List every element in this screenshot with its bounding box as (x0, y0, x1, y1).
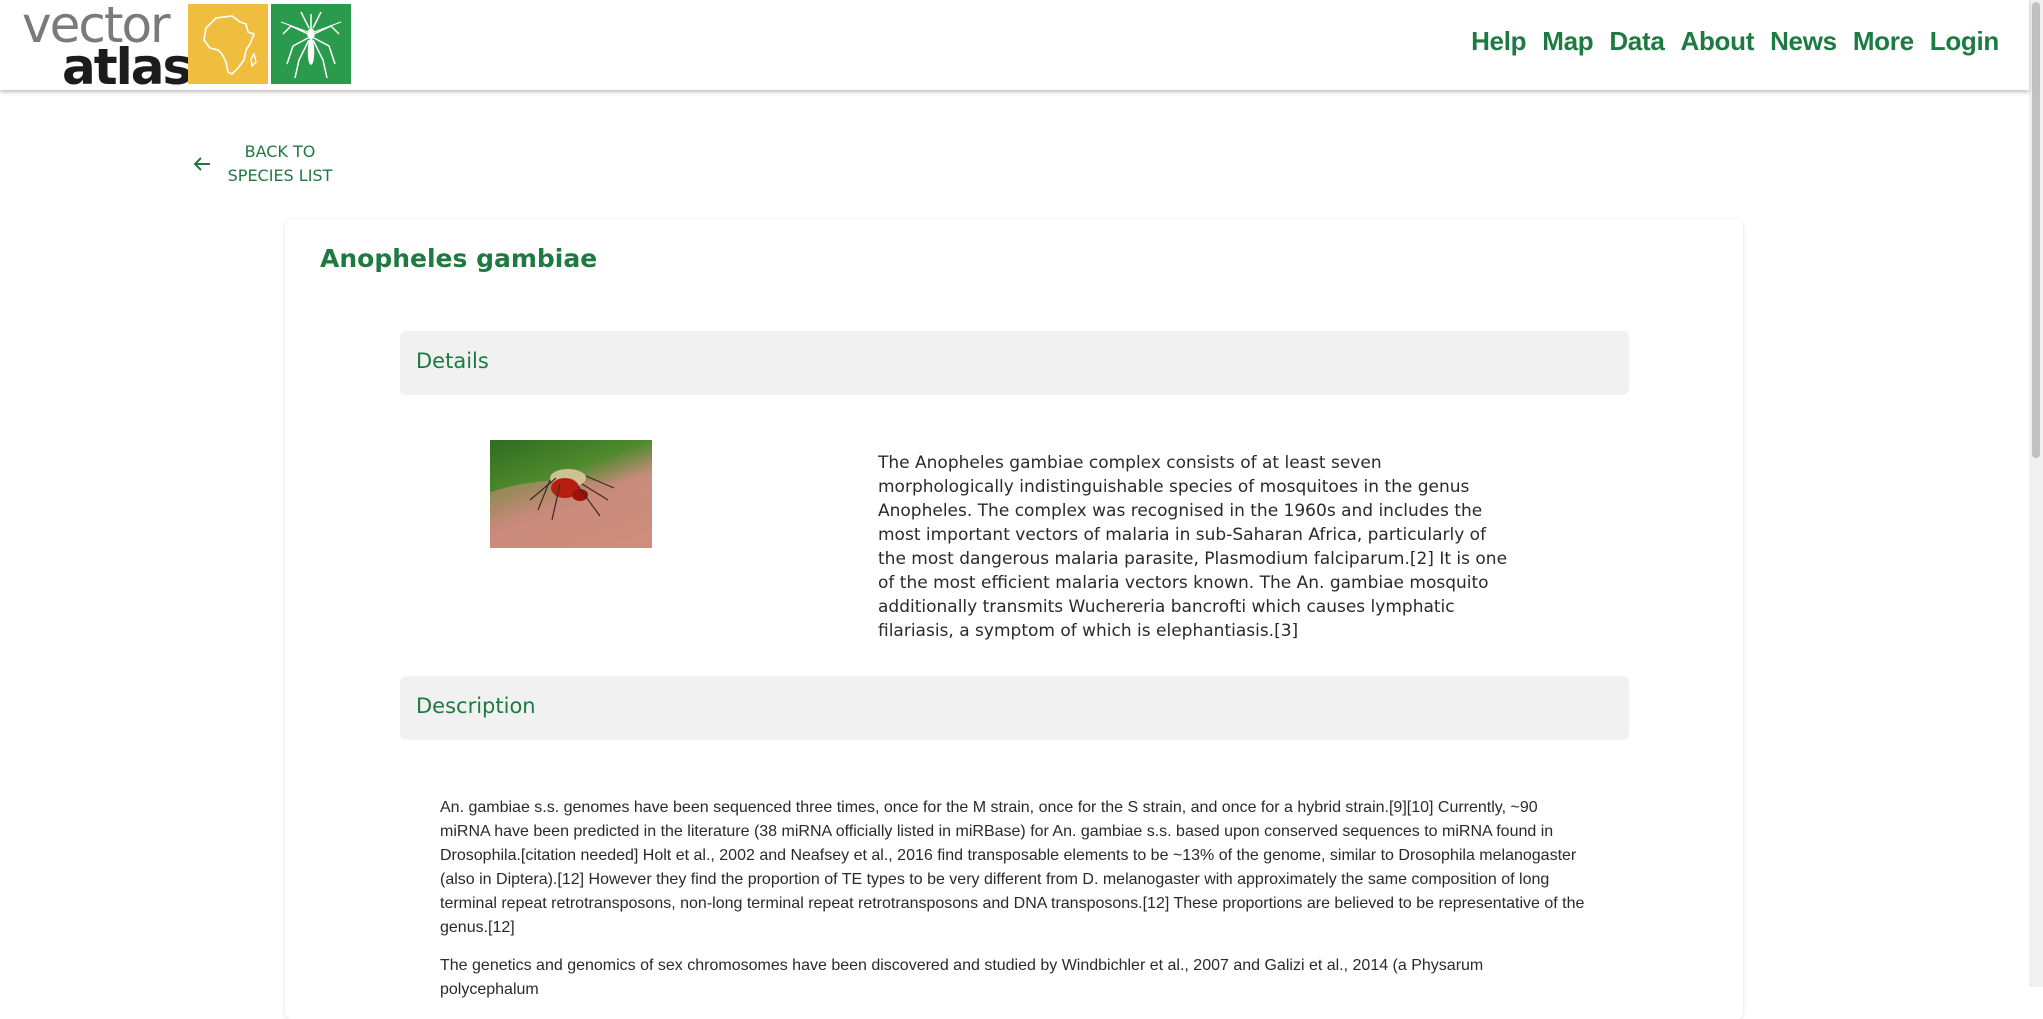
mosquito-logo-icon (271, 4, 351, 84)
details-heading: Details (416, 349, 489, 373)
top-header: vector atlas Help Map Data About News Mo… (0, 0, 2029, 92)
nav-map[interactable]: Map (1542, 26, 1593, 57)
description-heading: Description (416, 694, 536, 718)
description-text: An. gambiae s.s. genomes have been seque… (440, 796, 1585, 1016)
nav-help[interactable]: Help (1471, 26, 1526, 57)
main-nav: Help Map Data About News More Login (1455, 26, 1999, 57)
description-paragraph-2: The genetics and genomics of sex chromos… (440, 957, 1484, 998)
arrow-left-icon (193, 157, 210, 171)
nav-news[interactable]: News (1770, 26, 1837, 57)
africa-map-icon (188, 4, 268, 84)
details-section-header[interactable]: Details (400, 331, 1629, 395)
back-link-label: BACK TO SPECIES LIST (225, 140, 335, 188)
species-title: Anopheles gambiae (320, 244, 598, 273)
nav-more[interactable]: More (1853, 26, 1914, 57)
back-link-line2: SPECIES LIST (227, 166, 333, 185)
nav-about[interactable]: About (1680, 26, 1754, 57)
details-text: The Anopheles gambiae complex consists o… (878, 453, 1508, 641)
back-to-species-list-button[interactable]: BACK TO SPECIES LIST (193, 140, 335, 188)
scrollbar-thumb[interactable] (2032, 2, 2040, 458)
page-scrollbar[interactable] (2029, 0, 2043, 987)
logo-word-atlas: atlas (62, 38, 192, 96)
mosquito-photo (490, 440, 652, 548)
back-link-line1: BACK TO (244, 142, 316, 161)
nav-login[interactable]: Login (1930, 26, 2000, 57)
description-section-header[interactable]: Description (400, 676, 1629, 740)
description-paragraph-1: An. gambiae s.s. genomes have been seque… (440, 799, 1585, 936)
logo-wordmark: vector atlas (22, 0, 192, 92)
nav-data[interactable]: Data (1609, 26, 1664, 57)
